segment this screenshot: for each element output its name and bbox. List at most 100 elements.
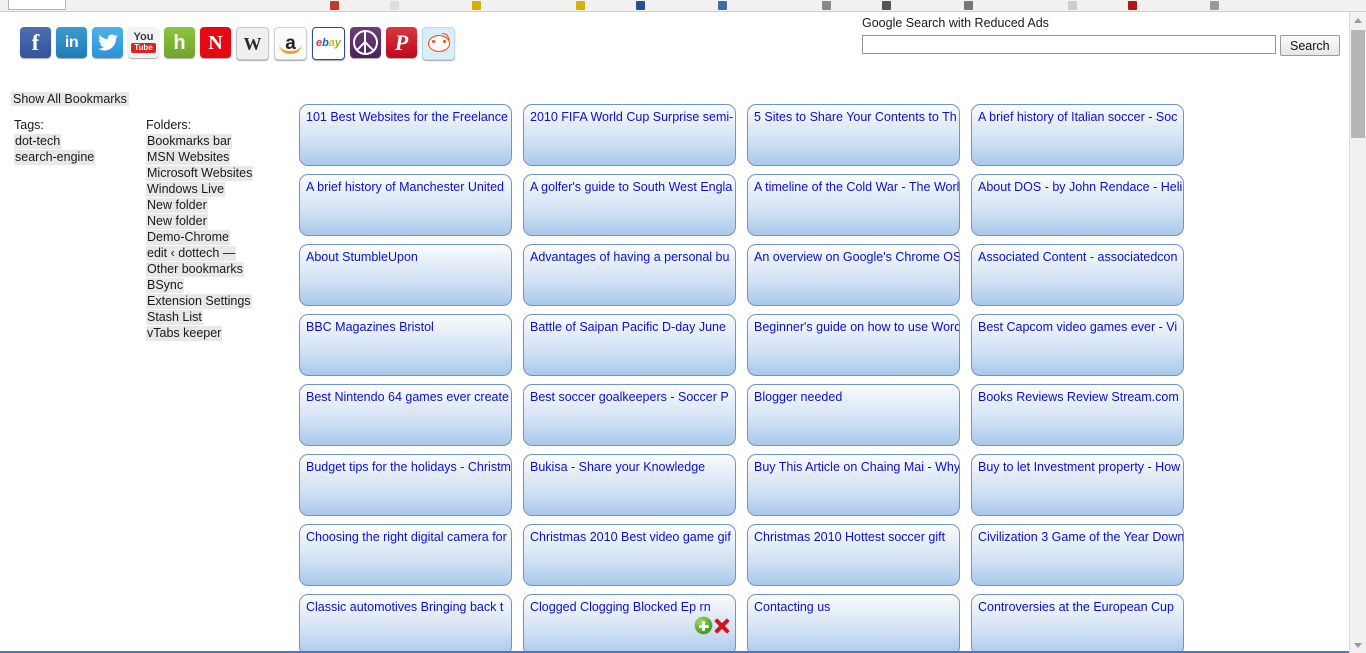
- bookmark-title: A golfer's guide to South West Engla: [530, 180, 733, 194]
- bookmark-card[interactable]: 2010 FIFA World Cup Surprise semi-: [523, 104, 736, 166]
- chrome-bookmark-dot[interactable]: [1128, 1, 1137, 10]
- bookmark-title: Buy This Article on Chaing Mai - Why: [754, 460, 959, 474]
- bookmark-card[interactable]: Beginner's guide on how to use Word: [747, 314, 960, 376]
- folder-item-windows-live[interactable]: Windows Live: [146, 182, 226, 197]
- netflix-icon[interactable]: N: [200, 27, 231, 58]
- chrome-bookmark-dot[interactable]: [330, 1, 339, 10]
- bookmark-card[interactable]: Classic automotives Bringing back t: [299, 594, 512, 653]
- delete-bookmark-icon[interactable]: [713, 617, 730, 634]
- bookmark-card[interactable]: Controversies at the European Cup: [971, 594, 1184, 653]
- chrome-bookmark-dot[interactable]: [472, 1, 481, 10]
- amazon-icon[interactable]: a: [274, 27, 307, 60]
- bookmark-title: Contacting us: [754, 600, 831, 614]
- bookmark-card[interactable]: Associated Content - associatedcon: [971, 244, 1184, 306]
- folder-item-demo-chrome[interactable]: Demo-Chrome: [146, 230, 230, 245]
- folder-item-stash-list[interactable]: Stash List: [146, 310, 203, 325]
- bookmark-card[interactable]: About DOS - by John Rendace - Heli: [971, 174, 1184, 236]
- bookmark-card[interactable]: Best Nintendo 64 games ever create: [299, 384, 512, 446]
- bookmark-card[interactable]: Battle of Saipan Pacific D-day June: [523, 314, 736, 376]
- bookmark-title: About StumbleUpon: [306, 250, 418, 264]
- peace-icon[interactable]: [350, 27, 381, 58]
- folder-item-bsync[interactable]: BSync: [146, 278, 185, 293]
- chrome-bookmark-dot[interactable]: [1210, 1, 1219, 10]
- twitter-icon[interactable]: [92, 27, 123, 58]
- scroll-up-button[interactable]: [1350, 12, 1366, 28]
- scrollbar-thumb[interactable]: [1351, 30, 1365, 138]
- bookmark-card[interactable]: A brief history of Manchester United: [299, 174, 512, 236]
- bookmark-title: Christmas 2010 Hottest soccer gift: [754, 530, 946, 544]
- vertical-scrollbar[interactable]: [1349, 12, 1366, 653]
- chrome-bookmark-dot[interactable]: [718, 1, 727, 10]
- bookmark-title: Best Capcom video games ever - Vi: [978, 320, 1178, 334]
- bookmark-title: A brief history of Italian soccer - Soc: [978, 110, 1178, 124]
- folder-item-msn-websites[interactable]: MSN Websites: [146, 150, 231, 165]
- bookmark-card[interactable]: Christmas 2010 Best video game gif: [523, 524, 736, 586]
- bookmark-card[interactable]: A timeline of the Cold War - The Worl: [747, 174, 960, 236]
- bookmark-card[interactable]: Blogger needed: [747, 384, 960, 446]
- folder-item-microsoft-websites[interactable]: Microsoft Websites: [146, 166, 254, 181]
- bookmark-title: Associated Content - associatedcon: [978, 250, 1178, 264]
- search-input[interactable]: [862, 35, 1276, 54]
- bookmark-card[interactable]: A brief history of Italian soccer - Soc: [971, 104, 1184, 166]
- ebay-icon[interactable]: e b a y: [312, 27, 345, 60]
- bookmark-card[interactable]: Buy to let Investment property - How: [971, 454, 1184, 516]
- hubpages-icon[interactable]: h: [164, 27, 195, 58]
- card-row: Best Nintendo 64 games ever create Best …: [299, 384, 1350, 446]
- chrome-bookmark-dot[interactable]: [964, 1, 973, 10]
- youtube-icon[interactable]: You Tube: [128, 27, 159, 58]
- show-all-bookmarks-link[interactable]: Show All Bookmarks: [11, 92, 129, 106]
- bookmark-card[interactable]: Budget tips for the holidays - Christm: [299, 454, 512, 516]
- bookmark-title: Bukisa - Share your Knowledge: [530, 460, 706, 474]
- bookmark-card[interactable]: Advantages of having a personal bu: [523, 244, 736, 306]
- folder-item-extension-settings[interactable]: Extension Settings: [146, 294, 252, 309]
- facebook-glyph: f: [31, 30, 40, 55]
- tag-item-dot-tech[interactable]: dot-tech: [14, 134, 62, 149]
- bookmark-card[interactable]: Best soccer goalkeepers - Soccer P: [523, 384, 736, 446]
- bookmark-card[interactable]: 5 Sites to Share Your Contents to Th: [747, 104, 960, 166]
- reddit-icon[interactable]: [422, 27, 455, 60]
- folder-item-new-folder-2[interactable]: New folder: [146, 214, 208, 229]
- bookmark-card[interactable]: Bukisa - Share your Knowledge: [523, 454, 736, 516]
- bookmark-card[interactable]: An overview on Google's Chrome OS: [747, 244, 960, 306]
- wikipedia-glyph: W: [243, 33, 262, 54]
- chrome-bookmark-dot[interactable]: [390, 1, 399, 10]
- search-panel: Google Search with Reduced Ads Search: [862, 16, 1342, 56]
- bookmark-title: Best Nintendo 64 games ever create: [306, 390, 509, 404]
- folder-item-new-folder-1[interactable]: New folder: [146, 198, 208, 213]
- folder-item-vtabs-keeper[interactable]: vTabs keeper: [146, 326, 223, 341]
- linkedin-icon[interactable]: in: [56, 27, 87, 58]
- folder-item-other-bookmarks[interactable]: Other bookmarks: [146, 262, 244, 277]
- folder-item-edit-dottech[interactable]: edit ‹ dottech —: [146, 246, 237, 261]
- bookmark-card[interactable]: Christmas 2010 Hottest soccer gift: [747, 524, 960, 586]
- bookmark-title: About DOS - by John Rendace - Heli: [978, 180, 1183, 194]
- youtube-you-text: You: [133, 31, 154, 43]
- bookmark-card[interactable]: BBC Magazines Bristol: [299, 314, 512, 376]
- tag-item-search-engine[interactable]: search-engine: [14, 150, 96, 165]
- add-bookmark-icon[interactable]: [695, 617, 712, 634]
- bookmark-card[interactable]: A golfer's guide to South West Engla: [523, 174, 736, 236]
- bookmark-card[interactable]: Civilization 3 Game of the Year Down: [971, 524, 1184, 586]
- chrome-bookmark-dot[interactable]: [636, 1, 645, 10]
- pinterest-icon[interactable]: P: [386, 27, 417, 58]
- chrome-bookmark-dot[interactable]: [822, 1, 831, 10]
- scroll-down-button[interactable]: [1350, 637, 1366, 653]
- bookmark-card[interactable]: About StumbleUpon: [299, 244, 512, 306]
- chrome-bookmark-dot[interactable]: [576, 1, 585, 10]
- search-button[interactable]: Search: [1280, 35, 1340, 56]
- browser-tab[interactable]: [8, 0, 66, 10]
- bookmark-title: Advantages of having a personal bu: [530, 250, 730, 264]
- bookmark-card[interactable]: Contacting us: [747, 594, 960, 653]
- wikipedia-icon[interactable]: W: [236, 27, 269, 60]
- bookmark-card[interactable]: Choosing the right digital camera for: [299, 524, 512, 586]
- bookmark-card[interactable]: 101 Best Websites for the Freelance: [299, 104, 512, 166]
- folder-item-bookmarks-bar[interactable]: Bookmarks bar: [146, 134, 233, 149]
- bookmark-card[interactable]: Buy This Article on Chaing Mai - Why: [747, 454, 960, 516]
- chrome-bookmark-dot[interactable]: [1068, 1, 1077, 10]
- facebook-icon[interactable]: f: [20, 27, 51, 58]
- bookmark-card[interactable]: Books Reviews Review Stream.com: [971, 384, 1184, 446]
- bookmark-card[interactable]: Best Capcom video games ever - Vi: [971, 314, 1184, 376]
- chrome-bookmark-dot[interactable]: [882, 1, 891, 10]
- bookmark-title: Christmas 2010 Best video game gif: [530, 530, 731, 544]
- bookmark-title: Books Reviews Review Stream.com: [978, 390, 1179, 404]
- bookmark-title: Classic automotives Bringing back t: [306, 600, 504, 614]
